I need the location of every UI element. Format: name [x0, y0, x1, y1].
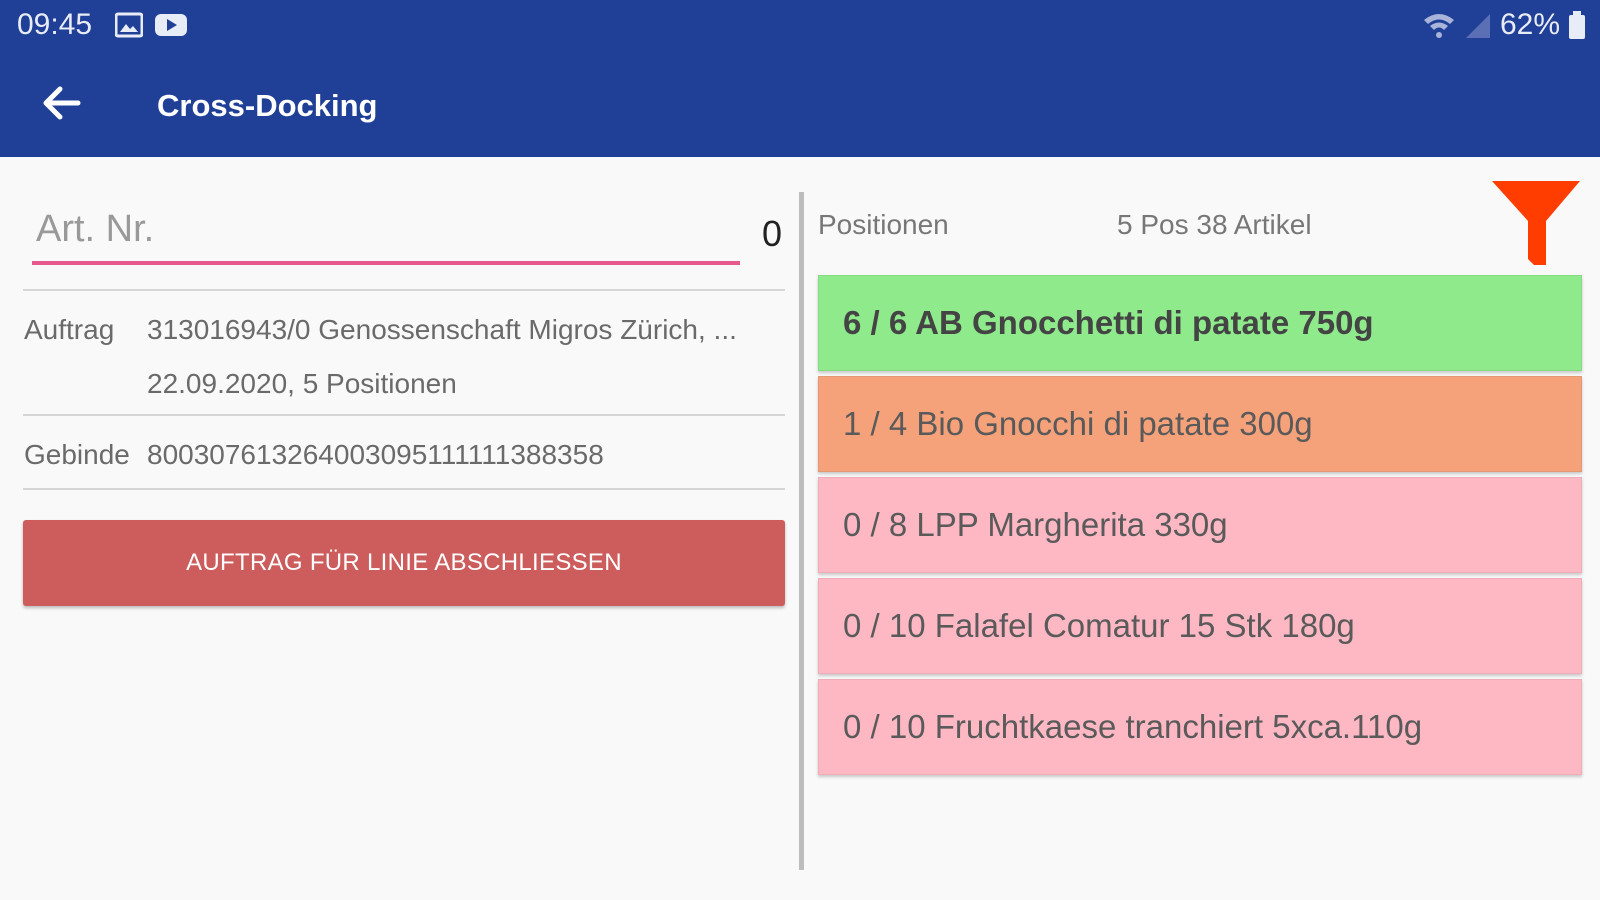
divider-line	[23, 488, 785, 490]
order-label: Auftrag	[24, 314, 115, 345]
container-value: 800307613264003095111111388358	[147, 439, 604, 470]
order-value: 313016943/0 Genossenschaft Migros Zürich…	[147, 314, 737, 345]
positions-list: 6 / 6 AB Gnocchetti di patate 750g 1 / 4 …	[818, 275, 1582, 780]
article-number-input[interactable]	[32, 197, 740, 265]
position-item[interactable]: 6 / 6 AB Gnocchetti di patate 750g	[818, 275, 1582, 371]
position-item[interactable]: 1 / 4 Bio Gnocchi di patate 300g	[818, 376, 1582, 472]
positions-panel: Positionen 5 Pos 38 Artikel 6 / 6 AB Gno…	[810, 157, 1600, 900]
position-item[interactable]: 0 / 10 Falafel Comatur 15 Stk 180g	[818, 578, 1582, 674]
positions-summary: 5 Pos 38 Artikel	[1117, 209, 1312, 240]
order-panel: 0 Auftrag 313016943/0 Genossenschaft Mig…	[0, 157, 790, 900]
scan-count: 0	[762, 213, 783, 254]
close-order-button[interactable]: AUFTRAG FÜR LINIE ABSCHLIESSEN	[23, 520, 785, 606]
container-label: Gebinde	[24, 439, 130, 470]
signal-icon	[1465, 14, 1490, 38]
wifi-icon	[1423, 14, 1454, 38]
app-header: 09:45 62% Cross-Docking	[0, 0, 1600, 157]
positions-label: Positionen	[818, 209, 949, 240]
position-item[interactable]: 0 / 10 Fruchtkaese tranchiert 5xca.110g	[818, 679, 1582, 775]
divider-line	[23, 289, 785, 291]
order-date-positions: 22.09.2020, 5 Positionen	[147, 368, 457, 399]
back-arrow-icon[interactable]	[38, 80, 84, 126]
divider-line	[23, 414, 785, 416]
battery-percent: 62%	[1499, 8, 1560, 41]
youtube-icon	[155, 14, 187, 36]
position-item[interactable]: 0 / 8 LPP Margherita 330g	[818, 477, 1582, 573]
status-time: 09:45	[17, 8, 93, 41]
gallery-icon	[115, 12, 143, 38]
status-right: 62%	[1422, 8, 1586, 42]
page-title: Cross-Docking	[157, 88, 378, 123]
battery-icon	[1569, 11, 1585, 39]
filter-icon[interactable]	[1490, 179, 1582, 269]
panel-divider	[799, 192, 804, 870]
